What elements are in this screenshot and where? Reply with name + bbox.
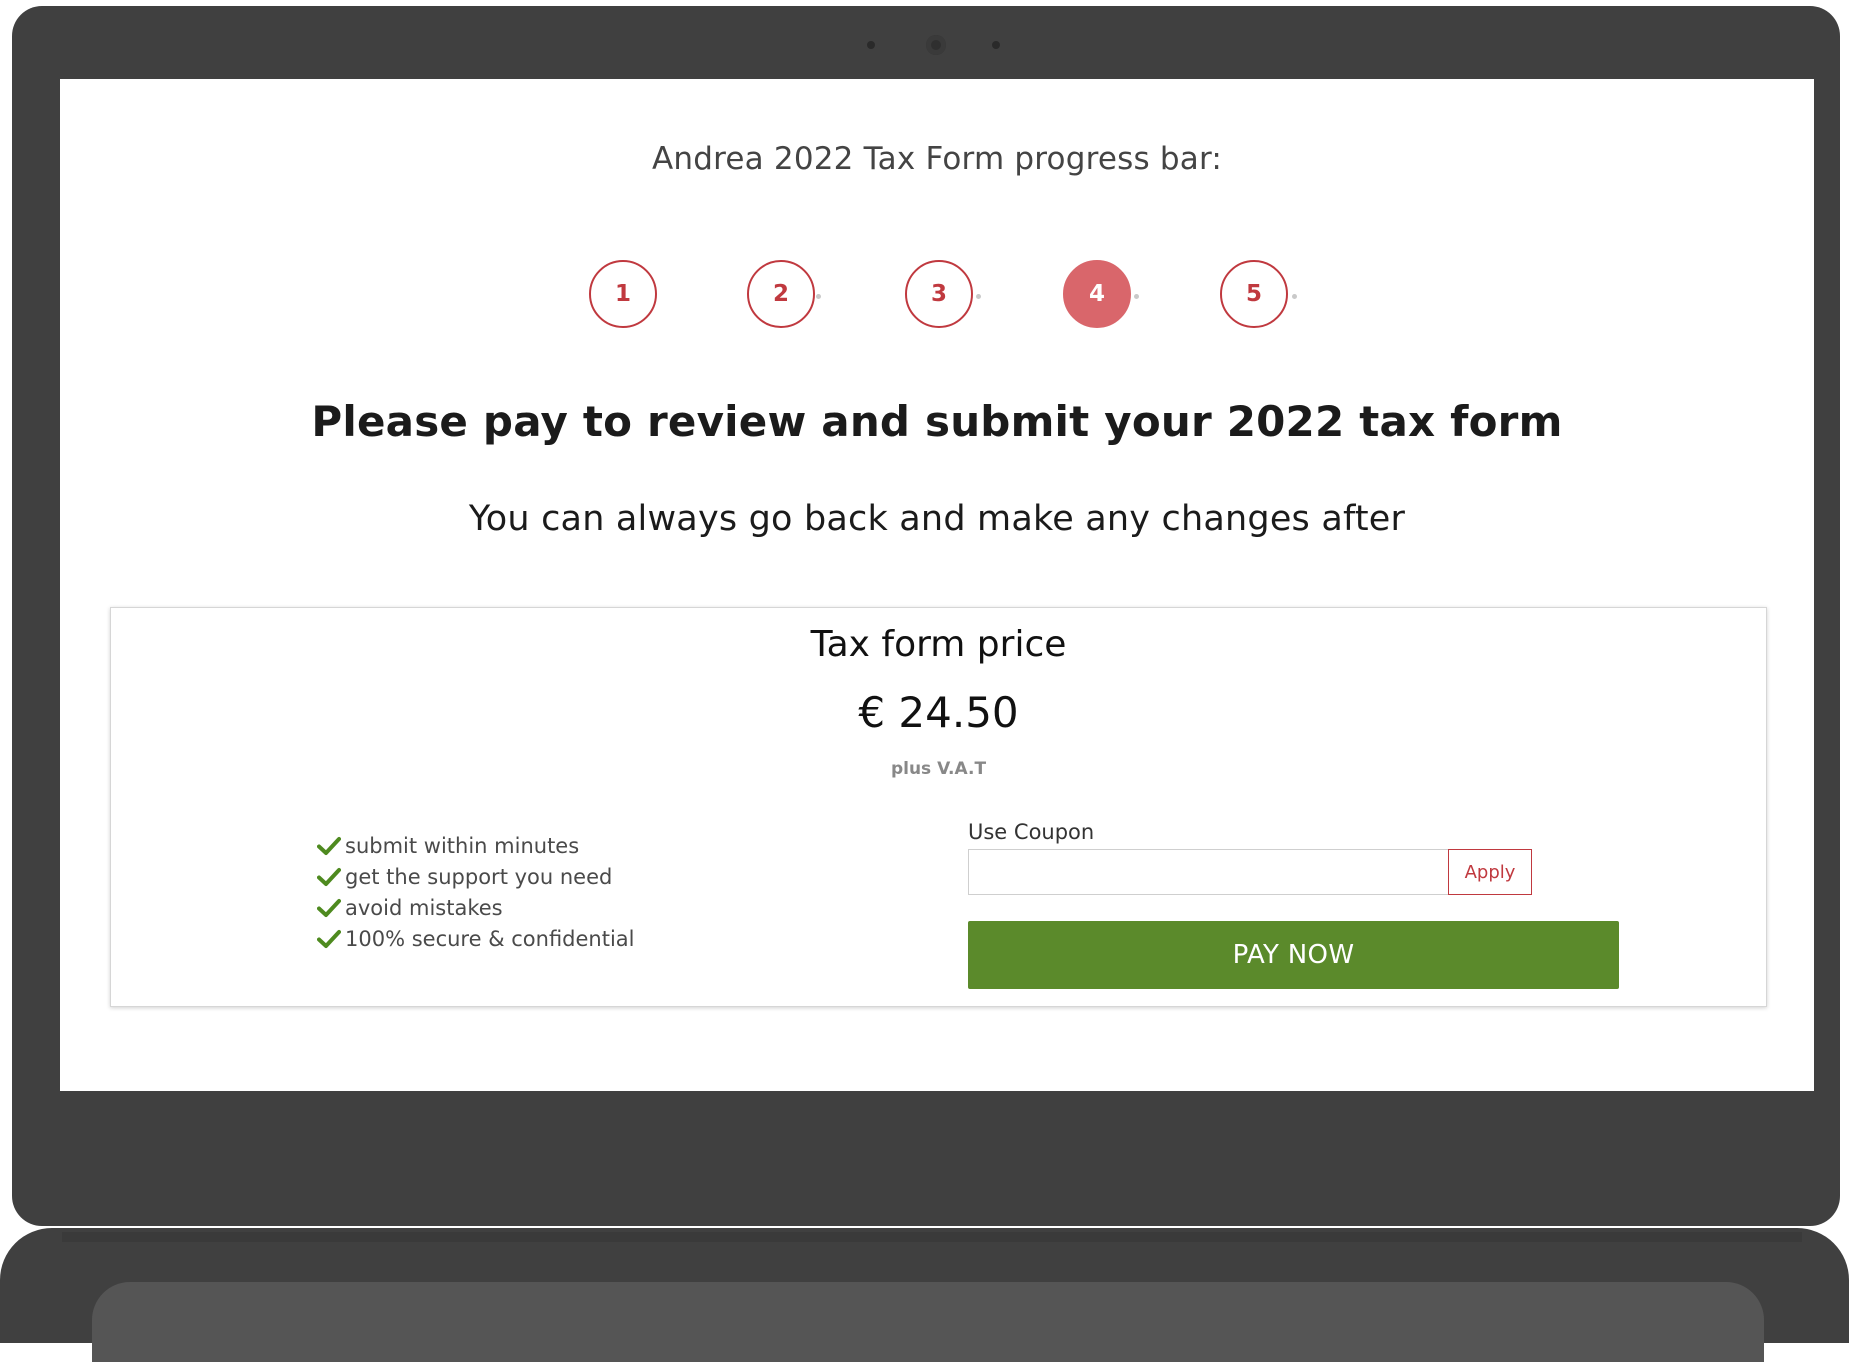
coupon-label: Use Coupon bbox=[968, 820, 1095, 844]
step-connector-dot bbox=[1292, 294, 1297, 299]
checkmark-icon bbox=[317, 929, 341, 948]
laptop-keyboard-deck bbox=[92, 1282, 1764, 1362]
apply-coupon-button[interactable]: Apply bbox=[1448, 849, 1532, 895]
price-amount: € 24.50 bbox=[858, 688, 1019, 737]
price-card: Tax form price € 24.50 plus V.A.T submit… bbox=[110, 607, 1767, 1007]
progress-step-4-current[interactable]: 4 bbox=[1063, 260, 1131, 328]
camera-sensor-dot-left bbox=[867, 41, 875, 49]
step-connector-dot bbox=[976, 294, 981, 299]
progress-steps: 1 2 3 4 5 bbox=[60, 260, 1814, 332]
vat-note: plus V.A.T bbox=[890, 759, 987, 779]
benefit-text: 100% secure & confidential bbox=[345, 926, 635, 951]
progress-step-3[interactable]: 3 bbox=[905, 260, 973, 328]
webcam-icon bbox=[926, 35, 946, 55]
progress-step-label: 1 bbox=[614, 281, 631, 307]
progress-step-5[interactable]: 5 bbox=[1220, 260, 1288, 328]
step-connector-dot bbox=[816, 294, 821, 299]
price-card-title: Tax form price bbox=[810, 624, 1067, 665]
pay-now-button[interactable]: PAY NOW bbox=[968, 921, 1619, 989]
laptop-base bbox=[0, 1228, 1849, 1362]
laptop-screen: Andrea 2022 Tax Form progress bar: 1 2 3… bbox=[60, 79, 1814, 1091]
benefit-text: avoid mistakes bbox=[345, 895, 503, 920]
progress-step-label: 2 bbox=[772, 281, 789, 307]
checkmark-icon bbox=[317, 867, 341, 886]
benefit-text: submit within minutes bbox=[345, 833, 580, 858]
progress-step-1[interactable]: 1 bbox=[589, 260, 657, 328]
camera-sensor-dot-right bbox=[992, 41, 1000, 49]
progress-step-2[interactable]: 2 bbox=[747, 260, 815, 328]
progress-title: Andrea 2022 Tax Form progress bar: bbox=[651, 141, 1222, 177]
progress-step-label: 5 bbox=[1245, 281, 1262, 307]
benefit-item: submit within minutes bbox=[317, 830, 635, 861]
benefits-list: submit within minutes get the support yo… bbox=[317, 830, 635, 954]
page-subheadline: You can always go back and make any chan… bbox=[468, 499, 1406, 539]
benefit-item: 100% secure & confidential bbox=[317, 923, 635, 954]
benefit-item: get the support you need bbox=[317, 861, 635, 892]
checkmark-icon bbox=[317, 836, 341, 855]
step-connector-dot bbox=[1134, 294, 1139, 299]
coupon-input[interactable] bbox=[968, 849, 1457, 895]
benefit-item: avoid mistakes bbox=[317, 892, 635, 923]
page-headline: Please pay to review and submit your 202… bbox=[311, 397, 1563, 446]
progress-step-label: 4 bbox=[1088, 281, 1105, 307]
checkmark-icon bbox=[317, 898, 341, 917]
progress-step-label: 3 bbox=[930, 281, 947, 307]
benefit-text: get the support you need bbox=[345, 864, 613, 889]
laptop-lid: Andrea 2022 Tax Form progress bar: 1 2 3… bbox=[12, 6, 1840, 1226]
laptop-hinge bbox=[62, 1232, 1802, 1242]
